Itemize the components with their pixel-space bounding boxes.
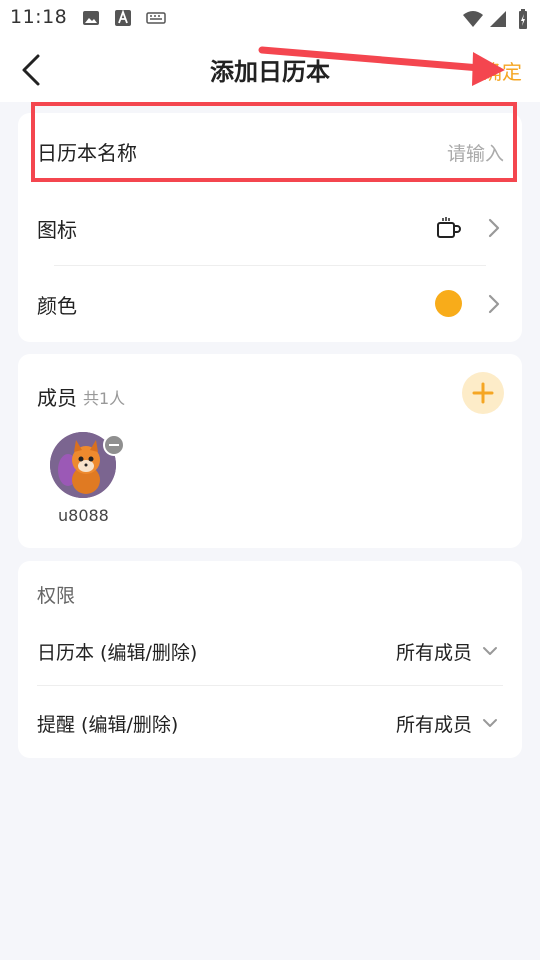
image-icon — [83, 11, 99, 25]
cup-icon — [437, 217, 461, 238]
wifi-icon — [463, 11, 483, 27]
members-title: 成员 — [37, 386, 77, 410]
plus-icon — [472, 382, 494, 404]
status-time: 11:18 — [10, 6, 68, 28]
color-swatch — [435, 290, 462, 317]
permissions-title: 权限 — [37, 585, 76, 607]
members-count: 共1人 — [83, 389, 126, 408]
keyboard-icon — [146, 12, 166, 24]
add-member-button[interactable] — [462, 372, 504, 414]
chevron-right-icon — [488, 218, 500, 238]
members-card: 成员 共1人 u8088 — [18, 354, 522, 548]
battery-icon — [519, 9, 527, 29]
header: 添加日历本 确定 — [0, 36, 540, 102]
permissions-card: 权限 日历本 (编辑/删除) 所有成员 提醒 (编辑/删除) 所有成员 — [18, 561, 522, 758]
chevron-down-icon — [483, 719, 497, 727]
font-icon — [115, 9, 131, 26]
permission-label: 日历本 (编辑/删除) — [37, 642, 198, 664]
permission-value[interactable]: 所有成员 — [396, 710, 472, 737]
divider — [37, 685, 503, 686]
remove-member-button[interactable] — [103, 434, 125, 456]
signal-icon — [490, 11, 506, 27]
permission-label: 提醒 (编辑/删除) — [37, 714, 179, 736]
permission-value[interactable]: 所有成员 — [396, 638, 472, 665]
icon-row[interactable]: 图标 — [18, 190, 522, 266]
annotation-highlight-box — [31, 102, 517, 182]
icon-label: 图标 — [37, 218, 77, 242]
color-label: 颜色 — [37, 294, 77, 318]
chevron-down-icon — [483, 647, 497, 655]
status-bar: 11:18 — [0, 0, 540, 36]
color-row[interactable]: 颜色 — [18, 266, 522, 342]
page-title: 添加日历本 — [210, 58, 330, 86]
member-name: u8088 — [58, 506, 109, 525]
confirm-button[interactable]: 确定 — [482, 56, 522, 85]
chevron-right-icon — [488, 294, 500, 314]
